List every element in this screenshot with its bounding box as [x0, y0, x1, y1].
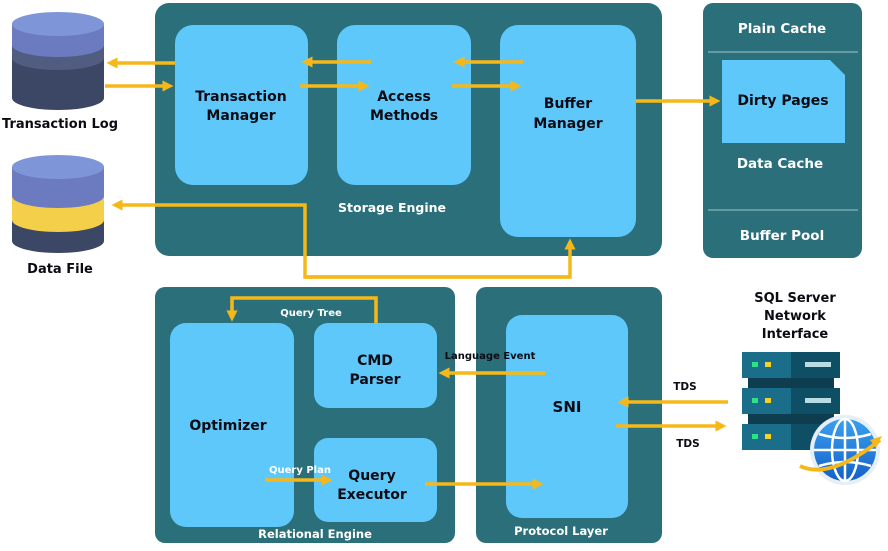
sni-box: [506, 315, 628, 518]
access-methods-label: Access: [377, 89, 431, 105]
cmd-parser-label: CMD: [357, 353, 393, 369]
buffer-pool-label: Buffer Pool: [740, 228, 824, 244]
relational-engine-panel: Optimizer CMD Parser Query Executor Quer…: [155, 287, 455, 543]
network-title-3: Interface: [762, 327, 829, 342]
network-title-1: SQL Server: [754, 291, 836, 306]
optimizer-label: Optimizer: [189, 418, 266, 434]
language-event-label: Language Event: [445, 351, 536, 362]
transaction-manager-box: [175, 25, 308, 185]
data-file-database-icon: [12, 155, 104, 253]
buffer-manager-label-2: Manager: [533, 116, 602, 132]
query-executor-label: Query: [348, 468, 395, 484]
buffer-manager-label: Buffer: [544, 96, 592, 112]
dirty-pages-label: Dirty Pages: [737, 93, 828, 109]
query-plan-label: Query Plan: [269, 465, 331, 476]
relational-engine-label: Relational Engine: [258, 527, 372, 541]
data-file-label: Data File: [27, 262, 93, 277]
transaction-manager-label-2: Manager: [206, 108, 275, 124]
storage-engine-label: Storage Engine: [338, 200, 446, 215]
access-methods-label-2: Methods: [370, 108, 438, 124]
storage-engine-panel: Transaction Manager Access Methods Buffe…: [155, 3, 662, 256]
query-tree-label: Query Tree: [280, 308, 342, 319]
transaction-manager-label: Transaction: [195, 89, 287, 105]
sni-label: SNI: [553, 398, 582, 416]
cmd-parser-label-2: Parser: [350, 372, 401, 388]
tds-out-label: TDS: [676, 438, 699, 450]
network-title-2: Network: [764, 309, 826, 324]
sql-server-architecture-diagram: Transaction Manager Access Methods Buffe…: [2, 3, 882, 543]
transaction-log-label: Transaction Log: [2, 117, 118, 132]
protocol-layer-label: Protocol Layer: [514, 524, 608, 538]
access-methods-box: [337, 25, 471, 185]
query-executor-label-2: Executor: [337, 487, 407, 503]
buffer-pool-panel: Plain Cache Dirty Pages Data Cache Buffe…: [703, 3, 862, 258]
tds-in-label: TDS: [673, 381, 696, 393]
plain-cache-label: Plain Cache: [738, 21, 826, 37]
protocol-layer-panel: SNI Protocol Layer: [476, 287, 662, 543]
transaction-log-database-icon: [12, 12, 104, 110]
data-cache-label: Data Cache: [737, 156, 823, 172]
